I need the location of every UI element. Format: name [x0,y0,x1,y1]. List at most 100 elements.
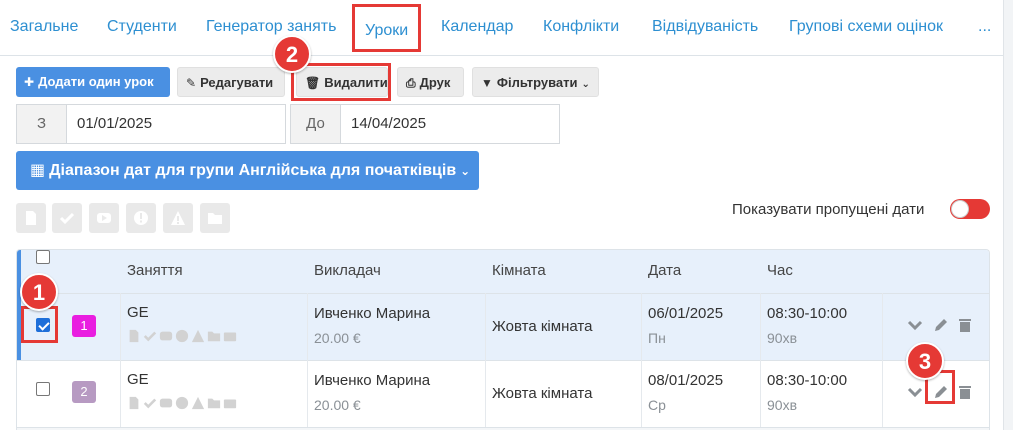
select-all-checkbox[interactable] [36,250,50,264]
plus-icon: ✚ [24,75,35,89]
date-to-field[interactable]: До 14/04/2025 [290,104,560,144]
step-badge-1: 1 [20,273,58,311]
check-icon [59,212,75,225]
tab-calendar[interactable]: Календар [441,18,513,36]
file-status-button[interactable] [16,203,46,233]
printer-icon: ⎙ [406,76,416,90]
page-scrollbar[interactable] [1003,0,1013,430]
header-date: Дата [648,262,682,279]
lesson-number-badge: 1 [72,315,96,337]
file-icon [129,396,139,410]
tab-bar: Загальне Студенти Генератор занять Уроки… [0,0,1013,56]
group-date-range-button[interactable]: ▦ Діапазон дат для групи Англійська для п… [16,151,479,190]
lesson-weekday: Пн [648,330,666,346]
tab-attendance[interactable]: Відвідуваність [652,18,758,36]
column-divider [882,293,883,427]
pencil-icon[interactable] [933,384,949,400]
video-icon [159,398,173,408]
lesson-price: 20.00 € [314,330,361,346]
warning-circle-status-button[interactable] [126,203,156,233]
table-header: Заняття Викладач Кімната Дата Час [17,250,989,293]
chevron-down-icon[interactable] [907,386,923,400]
lesson-name: GE [127,371,149,388]
tab-lessons[interactable]: Уроки [352,4,422,52]
delete-button[interactable]: 🗑 Видалити [296,67,388,97]
add-lesson-button[interactable]: ✚ Додати один урок [16,67,170,97]
show-skipped-toggle[interactable] [950,199,990,219]
header-room: Кімната [492,262,546,279]
file-icon [26,211,36,225]
trash-icon: 🗑 [305,76,321,90]
check-status-button[interactable] [52,203,82,233]
date-to-prefix: До [291,105,341,143]
header-lesson: Заняття [127,262,183,279]
exclamation-circle-icon [134,211,148,225]
row-checkbox[interactable] [36,382,50,396]
date-from-field[interactable]: З 01/01/2025 [16,104,286,144]
chevron-down-icon[interactable] [907,319,923,333]
table-row[interactable]: 1 GE Ивченко Марина 20.00 € Жовта кімнат… [17,293,989,360]
lessons-table: Заняття Викладач Кімната Дата Час 1 GE И… [16,249,990,430]
tab-conflicts[interactable]: Конфлікти [543,18,619,36]
video-icon [159,331,173,341]
tab-general[interactable]: Загальне [10,18,78,36]
briefcase-icon [223,332,237,342]
exclamation-circle-icon [175,329,189,343]
step-badge-2: 2 [273,35,311,73]
funnel-icon: ▼ [481,76,493,90]
lesson-status-icons [127,329,239,343]
exclamation-circle-icon [175,396,189,410]
tab-students[interactable]: Студенти [107,18,177,36]
calendar-icon: ▦ [30,162,46,179]
lesson-weekday: Ср [648,397,666,413]
teacher-name: Ивченко Марина [314,305,431,322]
room-name: Жовта кімната [492,385,593,402]
warning-triangle-icon [171,211,185,225]
row-checkbox[interactable] [36,318,50,332]
lesson-date: 06/01/2025 [648,305,724,322]
briefcase-icon [223,399,237,409]
filter-button[interactable]: ▼ Фільтрувати ⌄ [472,67,599,97]
tab-lesson-generator[interactable]: Генератор занять [206,18,336,36]
trash-icon[interactable] [958,317,972,333]
lesson-number-badge: 2 [72,381,96,403]
edit-button[interactable]: ✎ Редагувати [177,67,285,97]
pencil-icon[interactable] [933,317,949,333]
toggle-knob [951,200,969,218]
date-to-value: 14/04/2025 [351,115,427,132]
column-divider [485,293,486,427]
file-icon [129,329,139,343]
lesson-date: 08/01/2025 [648,372,724,389]
teacher-name: Ивченко Марина [314,372,431,389]
header-time: Час [767,262,793,279]
trash-icon[interactable] [958,384,972,400]
check-icon [143,331,157,342]
lesson-name: GE [127,304,149,321]
selected-row-indicator [17,250,21,360]
tab-group-grading[interactable]: Групові схеми оцінок [789,18,943,36]
warning-triangle-icon [191,329,205,343]
tab-more[interactable]: ... [978,18,991,36]
chevron-down-icon: ⌄ [460,164,471,178]
folder-icon [207,331,221,342]
folder-status-button[interactable] [200,203,230,233]
table-row[interactable]: 2 GE Ивченко Марина 20.00 € Жовта кімнат… [17,360,989,427]
column-divider [307,293,308,427]
warning-triangle-icon [191,396,205,410]
video-status-button[interactable] [89,203,119,233]
check-icon [143,398,157,409]
date-from-prefix: З [17,105,67,143]
pencil-icon: ✎ [186,76,197,90]
lesson-time: 08:30-10:00 [767,372,848,389]
header-teacher: Викладач [314,262,381,279]
date-from-value: 01/01/2025 [77,115,153,132]
lesson-duration: 90хв [767,330,798,346]
lesson-duration: 90хв [767,397,798,413]
column-divider [120,293,121,427]
column-divider [760,293,761,427]
warning-triangle-status-button[interactable] [163,203,193,233]
folder-icon [208,213,222,224]
column-divider [641,293,642,427]
chevron-down-icon: ⌄ [581,79,590,90]
print-button[interactable]: ⎙ Друк [397,67,464,97]
